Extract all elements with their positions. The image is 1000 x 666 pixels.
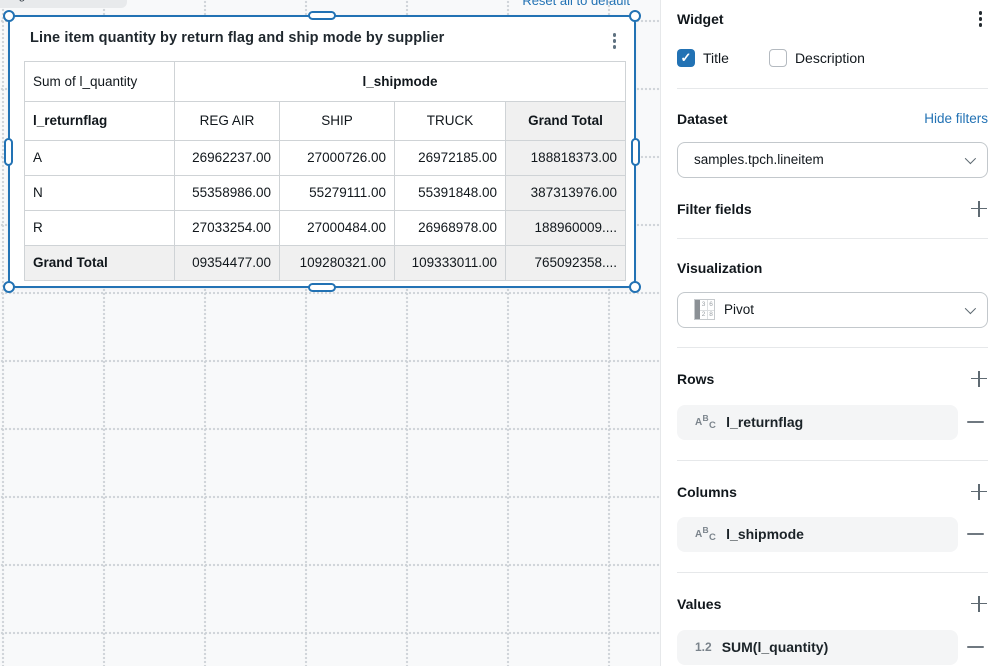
title-checkbox[interactable] <box>677 48 695 67</box>
visualization-select[interactable]: 36 28 Pivot <box>677 291 988 328</box>
resize-handle-sw[interactable] <box>3 281 15 293</box>
visualization-heading: Visualization <box>677 259 763 276</box>
divider <box>677 571 988 573</box>
pivot-widget[interactable]: Line item quantity by return flag and sh… <box>3 10 641 293</box>
pivot-column-group-label: l_shipmode <box>173 60 627 102</box>
remove-column-field-button[interactable] <box>966 533 984 535</box>
pivot-row-label: R <box>24 209 175 246</box>
pivot-value-cell: 27000484.00 <box>279 209 395 246</box>
pivot-value-cell: 55279111.00 <box>279 174 395 211</box>
table-row: R 27033254.00 27000484.00 26968978.00 188960… <box>24 209 627 246</box>
string-type-icon: ABC <box>695 412 717 431</box>
widget-kebab-menu-icon[interactable] <box>607 30 623 52</box>
add-filter-field-button[interactable] <box>970 200 988 218</box>
widget-config-panel: Widget Title Description Dataset Hide fi… <box>660 0 1000 666</box>
pivot-col-headers: l_returnflag REG AIR SHIP TRUCK Grand Total <box>24 100 627 141</box>
pivot-value-cell: 188960009.... <box>504 209 627 246</box>
pivot-value-cell: 765092358.... <box>504 244 627 281</box>
values-field-label: SUM(l_quantity) <box>721 639 829 655</box>
columns-heading: Columns <box>677 483 737 500</box>
columns-field-label: l_shipmode <box>726 526 804 542</box>
resize-handle-right[interactable] <box>631 137 640 166</box>
resize-handle-left[interactable] <box>4 137 13 166</box>
pivot-row-label: Grand Total <box>24 244 175 281</box>
pivot-col-header: TRUCK <box>394 100 506 141</box>
pivot-col-header: Grand Total <box>504 100 627 141</box>
pivot-value-cell: 26962237.00 <box>174 139 280 176</box>
divider <box>677 237 988 239</box>
description-checkbox[interactable] <box>768 48 787 67</box>
visualization-selected-value: Pivot <box>724 302 755 317</box>
title-checkbox-label: Title <box>703 49 729 66</box>
rows-heading: Rows <box>677 370 715 387</box>
string-type-icon: ABC <box>695 524 717 543</box>
add-column-field-button[interactable] <box>970 483 988 501</box>
dataset-selected-value: samples.tpch.lineitem <box>694 152 824 167</box>
table-row: A 26962237.00 27000726.00 26972185.00 188818… <box>24 139 627 176</box>
dataset-heading: Dataset <box>677 110 728 127</box>
pivot-value-cell: 55391848.00 <box>394 174 506 211</box>
chevron-down-icon <box>964 152 977 164</box>
dashboard-editor: Segment: BUILDING Reset all to default L… <box>0 0 1000 666</box>
add-row-field-button[interactable] <box>970 370 988 388</box>
remove-value-field-button[interactable] <box>966 646 984 648</box>
divider <box>677 87 988 89</box>
panel-heading: Widget <box>677 10 724 27</box>
pivot-value-cell: 27033254.00 <box>174 209 280 246</box>
dashboard-canvas[interactable]: Segment: BUILDING Reset all to default L… <box>0 0 660 666</box>
pivot-row-label: A <box>24 139 175 176</box>
remove-row-field-button[interactable] <box>966 421 984 423</box>
resize-handle-se[interactable] <box>629 281 641 293</box>
panel-kebab-menu-icon[interactable] <box>973 8 989 30</box>
pivot-row-field-label: l_returnflag <box>24 100 175 141</box>
table-row: N 55358986.00 55279111.00 55391848.00 387313… <box>24 174 627 211</box>
divider <box>677 459 988 461</box>
pivot-table: Sum of l_quantity l_shipmode l_returnfla… <box>24 60 627 281</box>
table-row: Grand Total 09354477.00 109280321.00 109333… <box>24 244 627 281</box>
values-field-pill[interactable]: 1.2 SUM(l_quantity) <box>677 629 958 665</box>
pivot-row-label: N <box>24 174 175 211</box>
pivot-value-cell: 26972185.00 <box>394 139 506 176</box>
segment-filter-chip[interactable]: Segment: BUILDING <box>0 0 128 8</box>
hide-filters-link[interactable]: Hide filters <box>924 111 988 126</box>
dataset-select[interactable]: samples.tpch.lineitem <box>677 141 988 178</box>
description-checkbox-label: Description <box>794 49 865 66</box>
filter-fields-heading: Filter fields <box>677 200 752 217</box>
number-type-icon: 1.2 <box>695 640 712 654</box>
pivot-col-header: REG AIR <box>174 100 280 141</box>
add-value-field-button[interactable] <box>970 595 988 613</box>
pivot-visualization-icon: 36 28 <box>694 299 715 320</box>
divider <box>677 346 988 348</box>
pivot-value-cell: 26968978.00 <box>394 209 506 246</box>
pivot-value-cell: 109280321.00 <box>279 244 395 281</box>
pivot-col-header: SHIP <box>279 100 395 141</box>
pivot-header-row-1: Sum of l_quantity l_shipmode <box>24 60 627 102</box>
columns-field-pill[interactable]: ABC l_shipmode <box>677 516 958 552</box>
reset-all-link[interactable]: Reset all to default <box>522 0 630 8</box>
values-heading: Values <box>677 595 722 612</box>
resize-handle-nw[interactable] <box>3 10 15 22</box>
chevron-down-icon <box>964 302 977 314</box>
resize-handle-ne[interactable] <box>629 10 641 22</box>
rows-field-label: l_returnflag <box>726 414 804 430</box>
resize-handle-bottom[interactable] <box>308 283 336 292</box>
pivot-value-cell: 55358986.00 <box>174 174 280 211</box>
resize-handle-top[interactable] <box>308 11 336 20</box>
pivot-body: A 26962237.00 27000726.00 26972185.00 188818… <box>24 139 627 281</box>
pivot-value-cell: 27000726.00 <box>279 139 395 176</box>
pivot-measure-label: Sum of l_quantity <box>24 60 175 102</box>
rows-field-pill[interactable]: ABC l_returnflag <box>677 404 958 440</box>
widget-title: Line item quantity by return flag and sh… <box>30 30 445 46</box>
pivot-value-cell: 188818373.00 <box>504 139 627 176</box>
pivot-value-cell: 387313976.00 <box>504 174 627 211</box>
pivot-value-cell: 09354477.00 <box>174 244 280 281</box>
pivot-value-cell: 109333011.00 <box>394 244 506 281</box>
